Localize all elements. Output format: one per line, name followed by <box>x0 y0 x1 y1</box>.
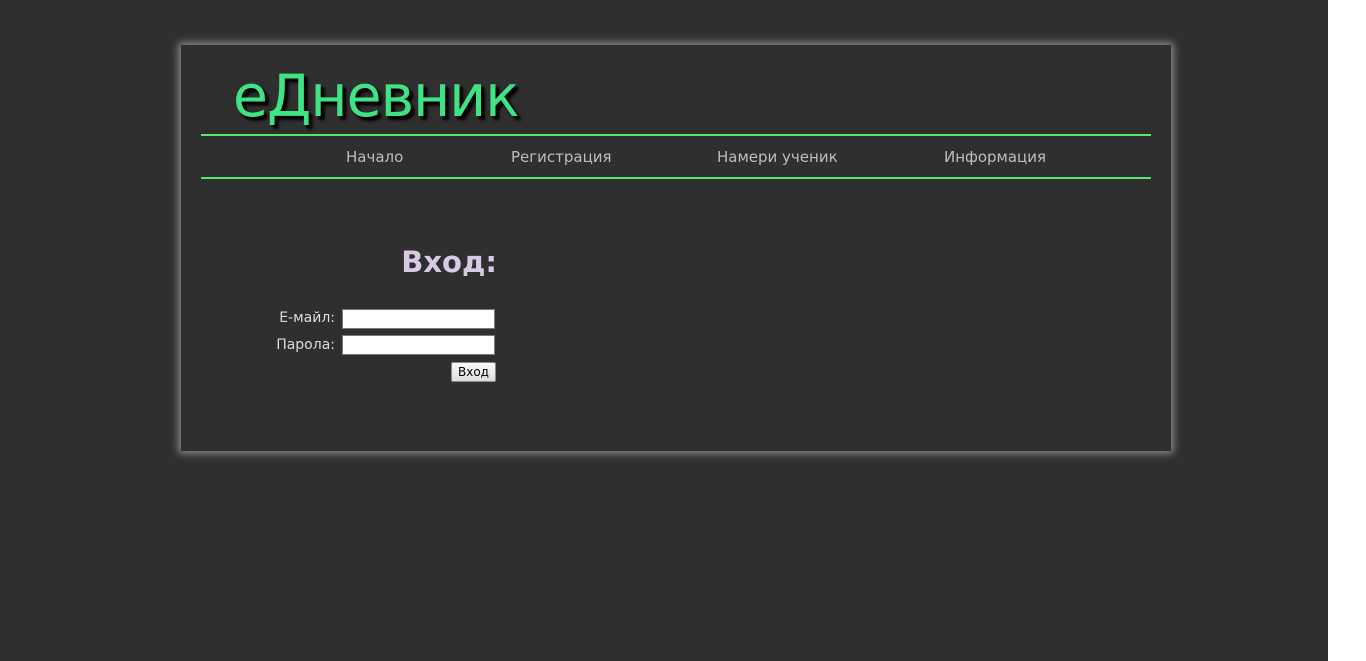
nav-item-find-student[interactable]: Намери ученик <box>717 148 838 166</box>
password-field[interactable] <box>342 335 495 355</box>
password-label: Парола: <box>276 337 335 353</box>
nav-divider-bottom <box>201 177 1151 179</box>
email-label: Е-майл: <box>279 310 335 326</box>
email-field[interactable] <box>342 309 495 329</box>
main-nav: Начало Регистрация Намери ученик Информа… <box>201 136 1151 177</box>
login-button[interactable]: Вход <box>451 362 496 382</box>
page-gutter <box>1328 0 1366 661</box>
site-logo[interactable]: еДневник <box>233 61 520 131</box>
login-title: Вход: <box>401 245 497 279</box>
nav-item-home[interactable]: Начало <box>346 148 403 166</box>
nav-item-register[interactable]: Регистрация <box>511 148 612 166</box>
nav-item-info[interactable]: Информация <box>944 148 1046 166</box>
main-card: еДневник Начало Регистрация Намери учени… <box>181 45 1171 451</box>
